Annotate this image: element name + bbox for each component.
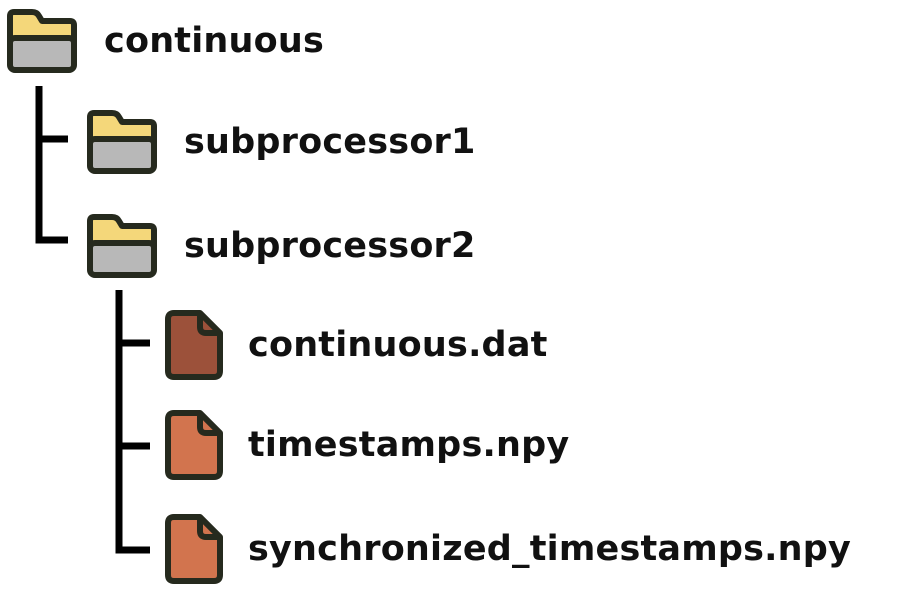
tree-node-subprocessor2[interactable]: subprocessor2 (86, 211, 476, 281)
folder-icon (87, 110, 157, 174)
tree-node-subprocessor1[interactable]: subprocessor1 (86, 107, 476, 177)
folder-icon (7, 9, 77, 73)
tree-node-continuous-dat[interactable]: continuous.dat (164, 310, 548, 380)
connector-root-to-sub2 (35, 86, 68, 244)
folder-label: continuous (104, 21, 325, 61)
file-label: timestamps.npy (248, 425, 570, 465)
file-label: synchronized_timestamps.npy (248, 529, 852, 569)
file-label: continuous.dat (248, 325, 548, 365)
folder-label: subprocessor1 (184, 122, 476, 162)
file-tree: continuous subprocessor1 subprocessor2 c… (0, 0, 898, 616)
folder-icon (87, 214, 157, 278)
file-icon (165, 310, 223, 380)
folder-label: subprocessor2 (184, 226, 476, 266)
tree-node-synchronized-timestamps-npy[interactable]: synchronized_timestamps.npy (164, 514, 851, 584)
tree-node-timestamps-npy[interactable]: timestamps.npy (164, 410, 569, 480)
file-icon (165, 410, 223, 480)
tree-node-continuous[interactable]: continuous (6, 6, 324, 76)
file-icon (165, 514, 223, 584)
connector-sub2-to-synchronized (115, 290, 150, 554)
